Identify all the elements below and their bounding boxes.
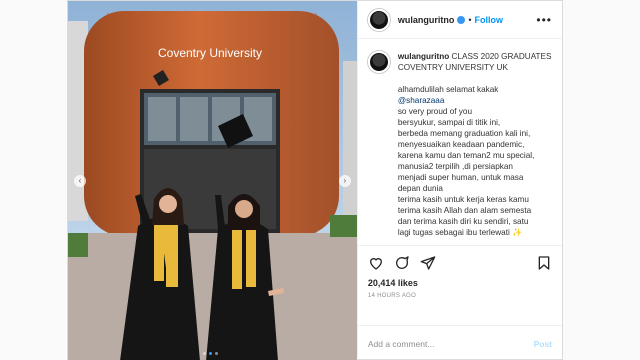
- building-sign: Coventry University: [158, 46, 262, 60]
- comment-input[interactable]: Add a comment...: [368, 339, 534, 349]
- verified-badge-icon: [457, 15, 466, 24]
- graduation-photo: Coventry University: [68, 1, 357, 360]
- heart-icon[interactable]: [368, 255, 384, 271]
- post-header: wulanguritno • Follow •••: [357, 1, 562, 39]
- bookmark-icon[interactable]: [536, 255, 552, 271]
- carousel-dot: [215, 352, 218, 355]
- mention-link[interactable]: @sharazaaa: [398, 96, 445, 105]
- carousel-dot: [203, 352, 206, 355]
- instagram-post: Coventry University ‹ › wulanguritno • F…: [67, 0, 563, 360]
- carousel-dot-active: [209, 352, 212, 355]
- caption-body-continued: so very proud of you bersyukur, sampai d…: [397, 107, 535, 237]
- post-photo[interactable]: Coventry University ‹ ›: [68, 1, 357, 360]
- caption-avatar[interactable]: [367, 51, 390, 73]
- previous-image-button[interactable]: ‹: [74, 175, 86, 187]
- comment-icon[interactable]: [394, 255, 410, 271]
- likes-count[interactable]: 20,414 likes: [368, 278, 552, 288]
- next-image-button[interactable]: ›: [338, 175, 351, 187]
- more-options-icon[interactable]: •••: [536, 13, 552, 27]
- caption-username[interactable]: wulanguritno: [398, 52, 449, 61]
- caption-section: wulanguritno CLASS 2020 GRADUATES COVENT…: [358, 39, 562, 245]
- caption-text: wulanguritno CLASS 2020 GRADUATES COVENT…: [398, 51, 552, 245]
- post-comment-button[interactable]: Post: [534, 339, 552, 349]
- comment-bar: Add a comment... Post: [357, 325, 562, 360]
- follow-button[interactable]: Follow: [474, 15, 503, 25]
- separator: •: [468, 14, 472, 25]
- post-timestamp[interactable]: 14 HOURS AGO: [368, 293, 552, 299]
- username[interactable]: wulanguritno: [398, 15, 455, 25]
- avatar[interactable]: [367, 8, 390, 31]
- carousel-dots: [203, 352, 218, 355]
- post-actions: 20,414 likes 14 HOURS AGO: [357, 245, 562, 325]
- post-sidebar: wulanguritno • Follow ••• wulanguritno C…: [356, 1, 562, 360]
- share-icon[interactable]: [420, 255, 436, 271]
